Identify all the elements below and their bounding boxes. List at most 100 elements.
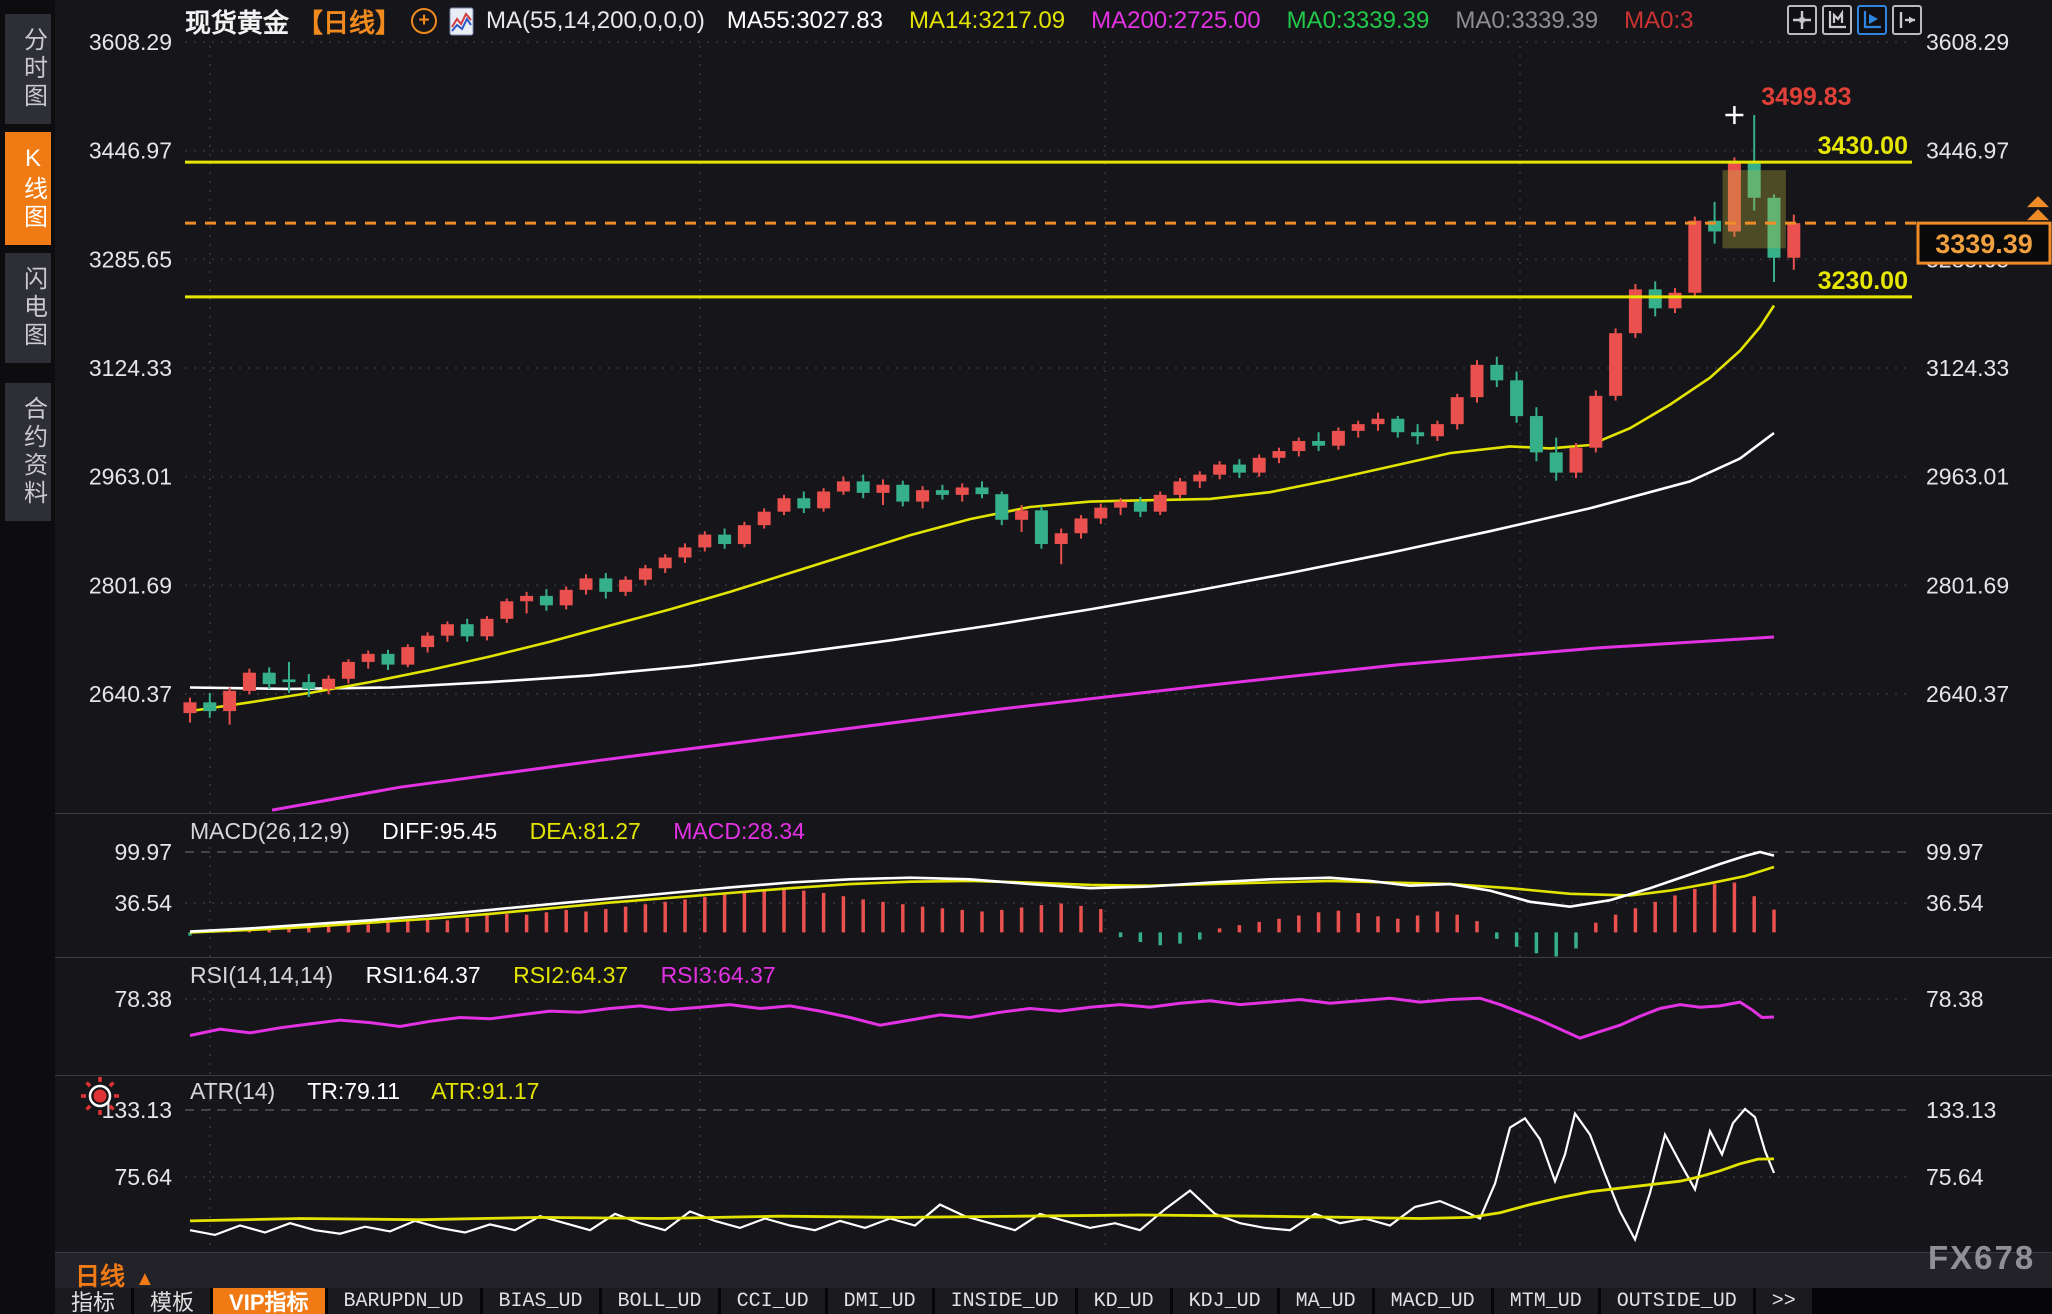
candle [619, 580, 632, 592]
footer-tab[interactable]: DMI_UD [828, 1288, 932, 1314]
footer-tab[interactable]: KD_UD [1078, 1288, 1170, 1314]
rsi-axis-label-left: 78.38 [114, 986, 172, 1012]
pan-icon[interactable] [1787, 5, 1817, 35]
macd-axis-label-left: 36.54 [114, 890, 172, 916]
candle [1550, 452, 1563, 472]
y-axis-label-left: 3124.33 [89, 355, 172, 381]
legend-item: MA0:3 [1624, 7, 1693, 35]
footer-tab[interactable]: BIAS_UD [483, 1288, 599, 1314]
atr-axis-label-left: 75.64 [114, 1164, 172, 1190]
y-axis-label-right: 3446.97 [1926, 138, 2009, 164]
sidebar-item-3[interactable]: 闪电图 [5, 253, 51, 363]
candle [540, 596, 553, 605]
candle [1669, 293, 1682, 308]
candle [1609, 333, 1622, 396]
footer-tab[interactable]: OUTSIDE_UD [1601, 1288, 1753, 1314]
footer-tab[interactable]: 指标 [55, 1288, 131, 1314]
macd-params: MACD(26,12,9) [190, 818, 350, 844]
atr-params: ATR(14) [190, 1078, 275, 1104]
sidebar-item-2[interactable]: K线图 [5, 132, 51, 245]
candle [1352, 424, 1365, 431]
y-axis-label-right: 2640.37 [1926, 681, 2009, 707]
candle [580, 578, 593, 589]
legend-item: MA0:3339.39 [1287, 7, 1430, 35]
candlestick-chart-icon[interactable] [449, 7, 474, 36]
candle [877, 485, 890, 493]
candle [421, 636, 434, 647]
candle [1510, 380, 1523, 416]
sidebar-item-1[interactable]: 分时图 [5, 14, 51, 124]
candle [1213, 465, 1226, 475]
candle [1688, 221, 1701, 293]
candle [263, 673, 276, 684]
candle [1490, 365, 1503, 380]
indicator-tab-bar: 指标模板VIP指标BARUPDN_UDBIAS_UDBOLL_UDCCI_UDD… [55, 1288, 2052, 1314]
candle [223, 691, 236, 711]
chart-header: 现货黄金 【日线】 + MA(55,14,200,0,0,0) MA55:302… [55, 0, 2052, 42]
footer-tab[interactable]: MTM_UD [1494, 1288, 1598, 1314]
candle [936, 490, 949, 495]
candle [1193, 475, 1206, 482]
candle [1174, 481, 1187, 494]
candle [857, 481, 870, 492]
candle [520, 596, 533, 601]
candle [956, 487, 969, 494]
candle [1094, 508, 1107, 519]
atr-tr-value: TR:79.11 [307, 1078, 400, 1104]
indicator-line [190, 1159, 1774, 1221]
candle [1015, 510, 1028, 519]
macd-axis-label-left: 99.97 [114, 839, 172, 865]
footer-tab[interactable]: BOLL_UD [602, 1288, 718, 1314]
atr-axis-label-right: 133.13 [1926, 1097, 1996, 1123]
circle-plus-icon[interactable]: + [411, 8, 437, 34]
indicator-line [190, 998, 1774, 1038]
time-axis-band: 日线▲ FX678 [55, 1253, 2052, 1288]
shift-right-icon[interactable] [1892, 5, 1922, 35]
atr-axis-label-right: 75.64 [1926, 1164, 1984, 1190]
axis-zoom-icon[interactable] [1822, 5, 1852, 35]
rsi1-value: RSI1:64.37 [366, 962, 481, 988]
candle [401, 647, 414, 665]
candle [362, 654, 375, 662]
period-tag[interactable]: 【日线】 [297, 3, 401, 40]
symbol-title: 现货黄金 [185, 3, 289, 40]
y-axis-label-right: 2801.69 [1926, 572, 2009, 598]
footer-tab[interactable]: MA_UD [1280, 1288, 1372, 1314]
candle [560, 590, 573, 605]
footer-tab[interactable]: INSIDE_UD [935, 1288, 1075, 1314]
current-price-label: 3339.39 [1935, 229, 2033, 259]
sidebar-item-4[interactable]: 合约资料 [5, 383, 51, 521]
footer-tab[interactable]: BARUPDN_UD [328, 1288, 480, 1314]
up-arrow-icon [2027, 209, 2049, 220]
candle [995, 494, 1008, 520]
footer-tab[interactable]: >> [1756, 1288, 1812, 1314]
rsi2-value: RSI2:64.37 [513, 962, 628, 988]
candle [679, 547, 692, 557]
footer-tab[interactable]: MACD_UD [1375, 1288, 1491, 1314]
candle [342, 662, 355, 679]
footer-tab[interactable]: KDJ_UD [1173, 1288, 1277, 1314]
chart-canvas[interactable]: 3608.293608.293446.973446.973285.653285.… [0, 0, 2052, 1314]
macd-dea-value: DEA:81.27 [530, 818, 641, 844]
candle [243, 673, 256, 691]
atr-atr-value: ATR:91.17 [431, 1078, 539, 1104]
footer-tab[interactable]: VIP指标 [213, 1288, 324, 1314]
candle [976, 487, 989, 494]
candle [639, 568, 652, 579]
brand-watermark: FX678 [1928, 1239, 2035, 1277]
y-axis-label-left: 2963.01 [89, 464, 172, 490]
y-axis-label-left: 2640.37 [89, 681, 172, 707]
candle [599, 578, 612, 591]
footer-tab[interactable]: 模板 [134, 1288, 210, 1314]
y-axis-label-right: 2963.01 [1926, 464, 2009, 490]
y-axis-label-right: 3124.33 [1926, 355, 2009, 381]
candle [1154, 495, 1167, 512]
candle [896, 485, 909, 502]
auto-scroll-icon[interactable] [1857, 5, 1887, 35]
footer-tab[interactable]: CCI_UD [721, 1288, 825, 1314]
macd-axis-label-right: 99.97 [1926, 839, 1984, 865]
legend-item: MA0:3339.39 [1455, 7, 1598, 35]
candle [1391, 419, 1404, 432]
candle [1787, 223, 1800, 258]
macd-macd-value: MACD:28.34 [673, 818, 805, 844]
